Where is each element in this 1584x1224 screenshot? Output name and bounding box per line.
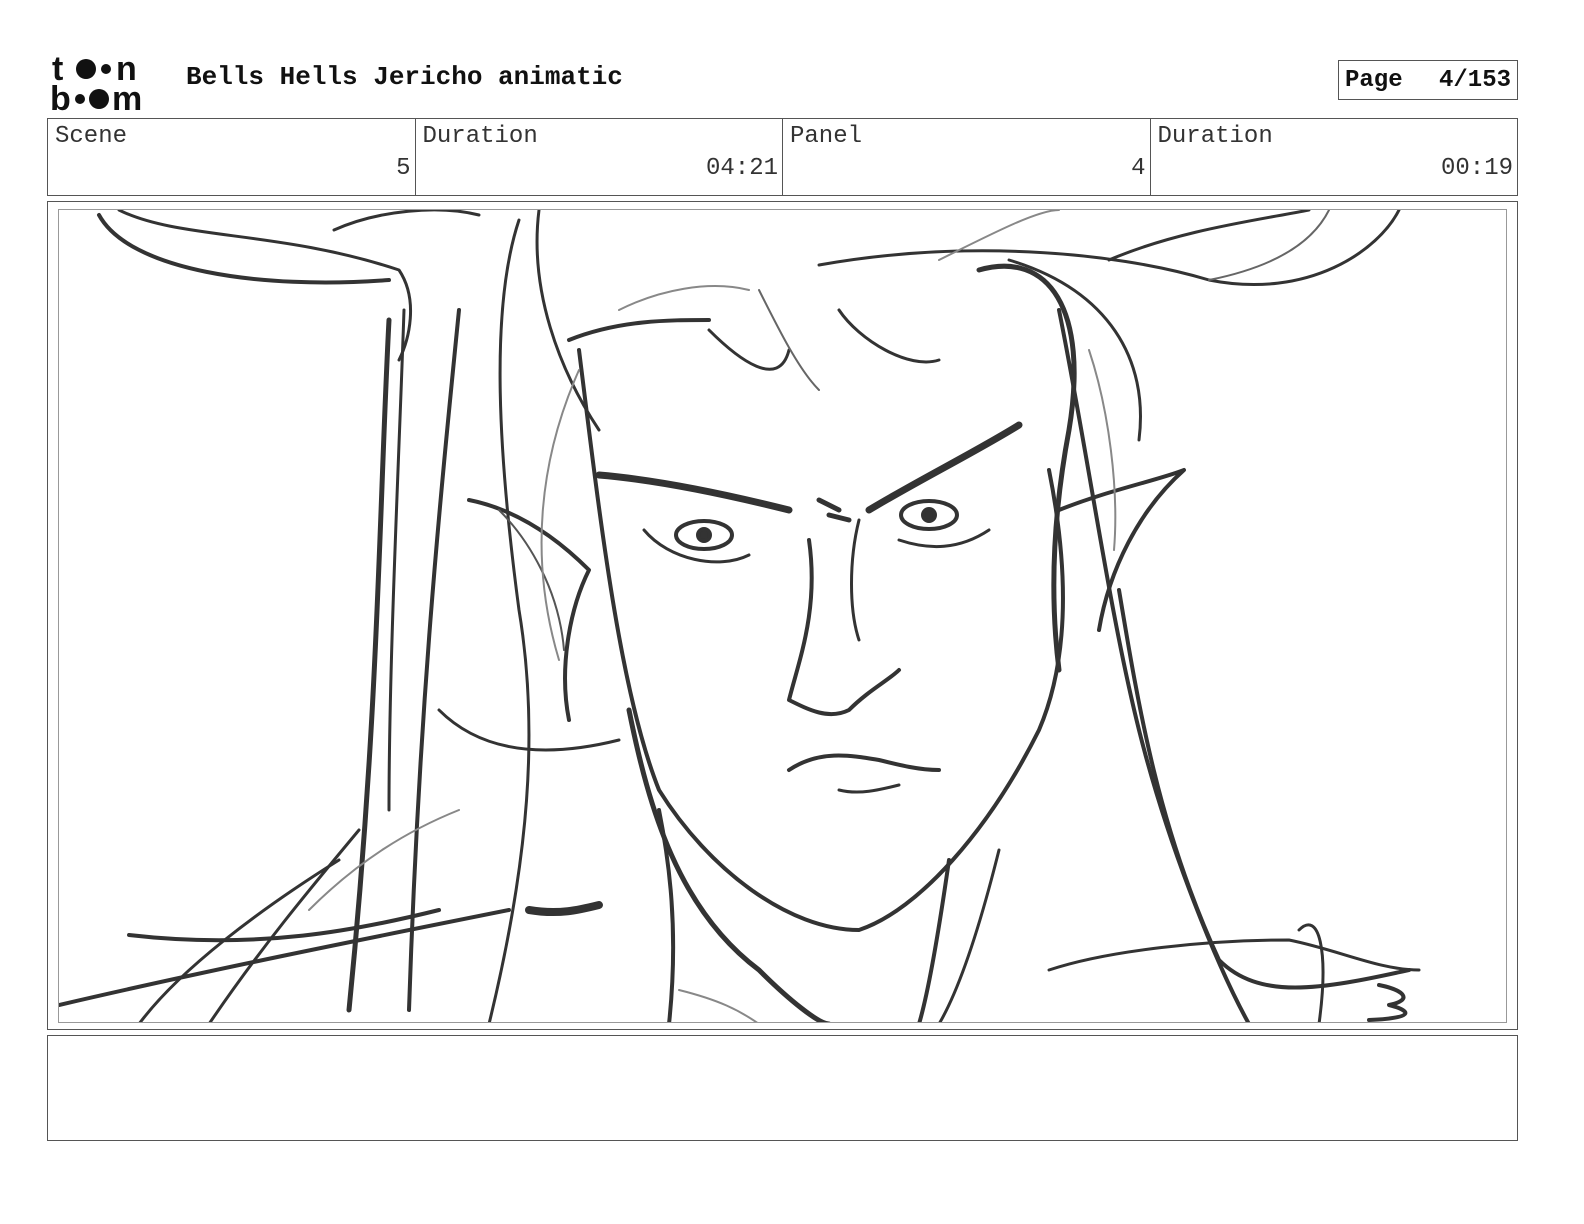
panel-value: 4 bbox=[1131, 155, 1146, 182]
panel-duration-cell: Duration 00:19 bbox=[1151, 119, 1518, 195]
page-number: 4/153 bbox=[1438, 66, 1511, 94]
panel-label: Panel bbox=[790, 123, 863, 150]
scene-label: Scene bbox=[55, 123, 128, 150]
scene-cell: Scene 5 bbox=[48, 119, 416, 195]
svg-text:m: m bbox=[112, 80, 142, 112]
toon-boom-logo: t n b m bbox=[50, 50, 165, 118]
panel-duration-label: Duration bbox=[1157, 123, 1273, 150]
page-label: Page bbox=[1345, 66, 1403, 94]
panel-notes bbox=[47, 1035, 1518, 1141]
scene-info-row: Scene 5 Duration 04:21 Panel 4 Duration … bbox=[47, 118, 1518, 196]
scene-value: 5 bbox=[396, 155, 411, 182]
panel-cell: Panel 4 bbox=[783, 119, 1151, 195]
storyboard-panel bbox=[47, 201, 1518, 1030]
panel-image bbox=[58, 209, 1507, 1023]
character-sketch bbox=[59, 210, 1421, 1022]
scene-duration-label: Duration bbox=[422, 123, 538, 150]
scene-duration-cell: Duration 04:21 bbox=[416, 119, 783, 195]
page-indicator: Page 4/153 bbox=[1338, 60, 1518, 100]
scene-duration-value: 04:21 bbox=[705, 155, 778, 182]
project-title: Bells Hells Jericho animatic bbox=[186, 62, 623, 92]
svg-text:b: b bbox=[50, 80, 71, 112]
panel-duration-value: 00:19 bbox=[1440, 155, 1513, 182]
